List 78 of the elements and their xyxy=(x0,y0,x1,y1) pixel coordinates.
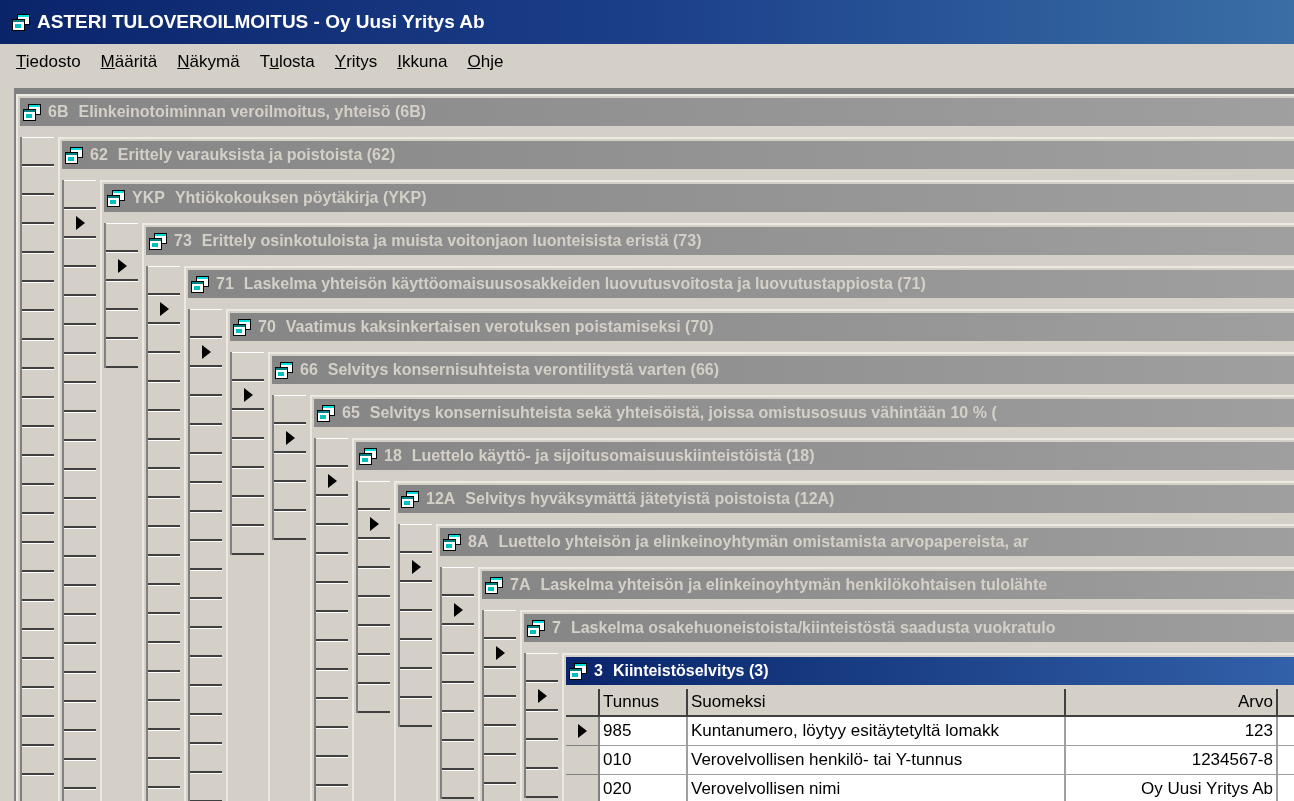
window-title: 70 Vaatimus kaksinkertaisen verotuksen poistamiseksi (70) xyxy=(258,317,714,337)
window-title-bar[interactable]: 8A Luettelo yhteisön ja elinkeinoyhtymän omistamista arvopapereista, ar xyxy=(440,528,1294,556)
window-title-bar[interactable]: 12A Selvitys hyväksymättä jätetyistä poistoista (12A) xyxy=(398,485,1294,513)
windows-icon xyxy=(233,318,252,336)
window-title-bar[interactable]: 62 Erittely varauksista ja poistoista (62) xyxy=(62,141,1294,169)
row-pointer-icon xyxy=(453,603,463,617)
window-title-bar[interactable]: 7 Laskelma osakehuoneistoista/kiinteistöstä saadusta vuokratulo xyxy=(524,614,1294,642)
table-cell: 1234567-8 xyxy=(1066,746,1278,775)
windows-icon xyxy=(12,13,31,31)
window-title: 3 Kiinteistöselvitys (3) xyxy=(594,661,769,681)
menu-item[interactable]: Määritä xyxy=(100,49,158,75)
menu-item[interactable]: Ohje xyxy=(467,49,504,75)
window-title: 71 Laskelma yhteisön käyttöomaisuusosakkeiden luovutusvoitosta ja luovutustappiosta (71) xyxy=(216,274,926,294)
table-cell: 020 xyxy=(600,775,688,801)
menu-item[interactable]: Näkymä xyxy=(177,49,240,75)
table-cell: Verovelvollisen nimi xyxy=(688,775,1066,801)
window-title: 6B Elinkeinotoiminnan veroilmoitus, yhteisö (6B) xyxy=(48,102,427,122)
window-title-bar[interactable]: 3 Kiinteistöselvitys (3) xyxy=(566,657,1294,685)
row-pointer-icon xyxy=(369,517,379,531)
table-cell: Oy Uusi Yritys Ab xyxy=(1066,775,1278,801)
window-title: 66 Selvitys konsernisuhteista verontilitystä varten (66) xyxy=(300,360,720,380)
windows-icon xyxy=(527,619,546,637)
menu-item[interactable]: Ikkuna xyxy=(397,49,448,75)
windows-icon xyxy=(275,361,294,379)
row-pointer-icon xyxy=(495,646,505,660)
table-cell: 010 xyxy=(600,746,688,775)
app-title: ASTERI TULOVEROILMOITUS - Oy Uusi Yritys Ab xyxy=(37,9,485,34)
row-pointer-icon xyxy=(411,560,421,574)
row-pointer-icon xyxy=(577,724,587,738)
windows-icon xyxy=(191,275,210,293)
table-cell: Verovelvollisen henkilö- tai Y-tunnus xyxy=(688,746,1066,775)
menu-item[interactable]: Tiedosto xyxy=(16,49,81,75)
window-title-bar[interactable]: 73 Erittely osinkotuloista ja muista voitonjaon luonteisista eristä (73) xyxy=(146,227,1294,255)
row-pointer-icon xyxy=(537,689,547,703)
window-title: 12A Selvitys hyväksymättä jätetyistä poistoista (12A) xyxy=(426,489,835,509)
window-title: 65 Selvitys konsernisuhteista sekä yhteisöistä, joissa omistusosuus vähintään 10 % ( xyxy=(342,403,997,423)
row-pointer-icon xyxy=(285,431,295,445)
row-pointer-icon xyxy=(243,388,253,402)
window-title-bar[interactable]: 66 Selvitys konsernisuhteista verontilitystä varten (66) xyxy=(272,356,1294,384)
window-title: 62 Erittely varauksista ja poistoista (62) xyxy=(90,145,396,165)
table-cell: 985 xyxy=(600,717,688,746)
windows-icon xyxy=(485,576,504,594)
windows-icon xyxy=(65,146,84,164)
menu-item[interactable]: Yritys xyxy=(334,49,378,75)
windows-icon xyxy=(149,232,168,250)
windows-icon xyxy=(317,404,336,422)
window-title: 7A Laskelma yhteisön ja elinkeinoyhtymän henkilökohtaisen tulolähte xyxy=(510,575,1048,595)
window-title-bar[interactable]: 71 Laskelma yhteisön käyttöomaisuusosakkeiden luovutusvoitosta ja luovutustappiosta (71) xyxy=(188,270,1294,298)
window-title: YKP Yhtiökokouksen pöytäkirja (YKP) xyxy=(132,188,427,208)
table-cell: 123 xyxy=(1066,717,1278,746)
window-title: 8A Luettelo yhteisön ja elinkeinoyhtymän omistamista arvopapereista, ar xyxy=(468,532,1029,552)
row-pointer-icon xyxy=(201,345,211,359)
table-cell: Kuntanumero, löytyy esitäytetyltä lomakk xyxy=(688,717,1066,746)
window-title: 73 Erittely osinkotuloista ja muista voitonjaon luonteisista eristä (73) xyxy=(174,231,702,251)
row-selector[interactable] xyxy=(566,717,600,746)
windows-icon xyxy=(443,533,462,551)
window-title-bar[interactable]: 7A Laskelma yhteisön ja elinkeinoyhtymän henkilökohtaisen tulolähte xyxy=(482,571,1294,599)
row-pointer-icon xyxy=(159,302,169,316)
window-title: 18 Luettelo käyttö- ja sijoitusomaisuuskiinteistöistä (18) xyxy=(384,446,815,466)
row-header-cell xyxy=(566,689,600,717)
row-pointer-icon xyxy=(327,474,337,488)
window-title: 7 Laskelma osakehuoneistoista/kiinteistöstä saadusta vuokratulo xyxy=(552,618,1056,638)
window-title-bar[interactable]: 18 Luettelo käyttö- ja sijoitusomaisuuskiinteistöistä (18) xyxy=(356,442,1294,470)
window-title-bar[interactable]: YKP Yhtiökokouksen pöytäkirja (YKP) xyxy=(104,184,1294,212)
window-title-bar[interactable]: 70 Vaatimus kaksinkertaisen verotuksen poistamiseksi (70) xyxy=(230,313,1294,341)
window-title-bar[interactable]: 65 Selvitys konsernisuhteista sekä yhteisöistä, joissa omistusosuus vähintään 10 % ( xyxy=(314,399,1294,427)
windows-icon xyxy=(359,447,378,465)
column-header[interactable]: Arvo xyxy=(1066,689,1278,717)
column-header[interactable]: Suomeksi xyxy=(688,689,1066,717)
row-pointer-icon xyxy=(75,216,85,230)
windows-icon xyxy=(107,189,126,207)
windows-icon xyxy=(569,662,588,680)
window-title-bar[interactable]: 6B Elinkeinotoiminnan veroilmoitus, yhteisö (6B) xyxy=(20,98,1294,126)
column-header[interactable]: Tunnus xyxy=(600,689,688,717)
menu-item[interactable]: Tulosta xyxy=(259,49,315,75)
windows-icon xyxy=(23,103,42,121)
row-pointer-icon xyxy=(117,259,127,273)
windows-icon xyxy=(401,490,420,508)
